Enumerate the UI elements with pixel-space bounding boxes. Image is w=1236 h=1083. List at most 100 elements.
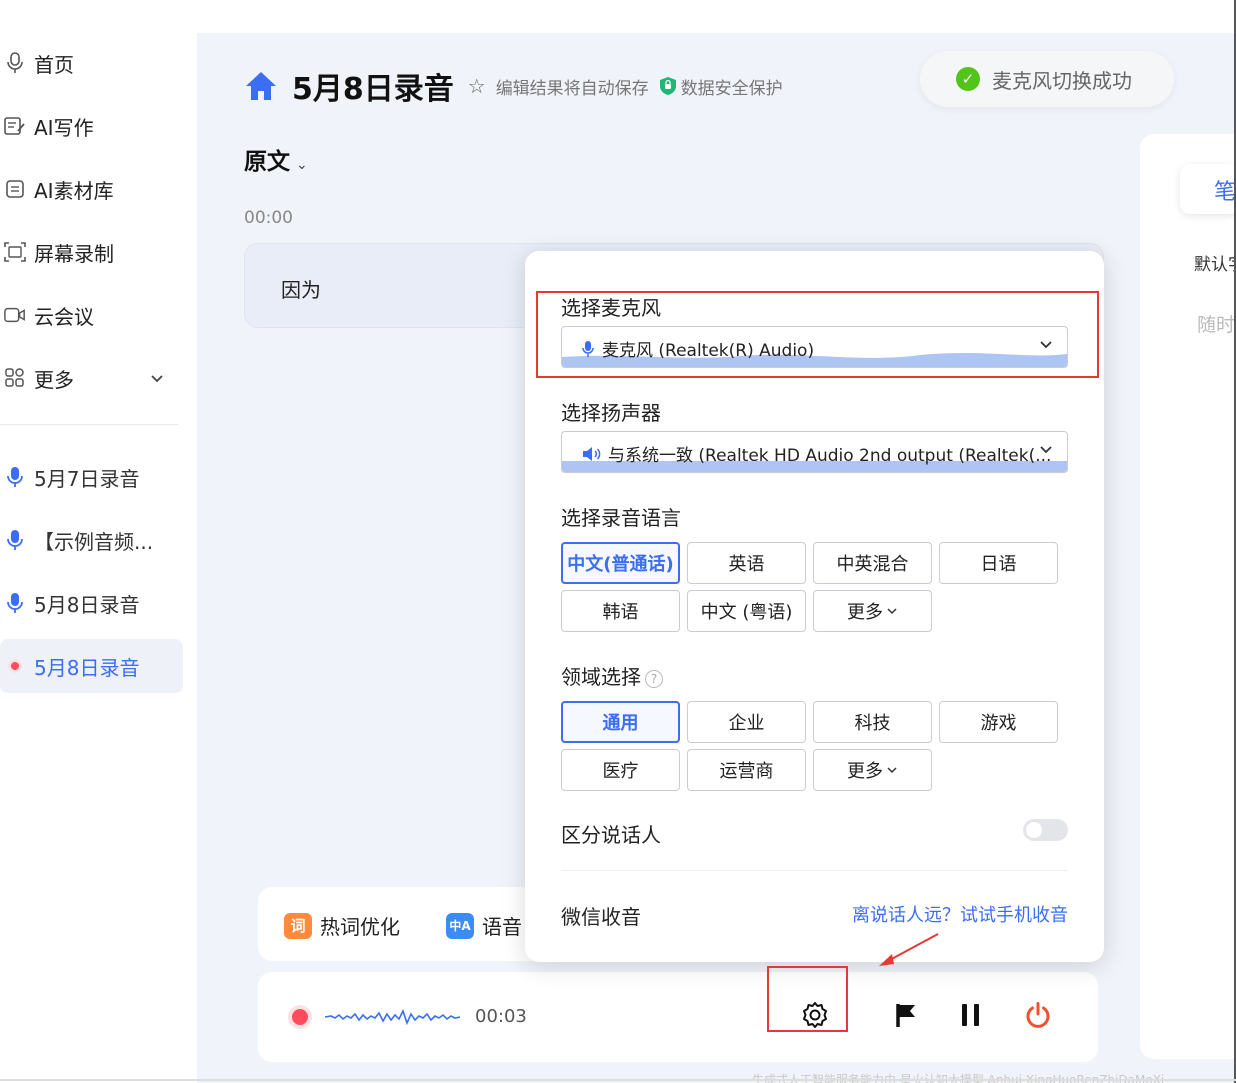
speaker-label: 选择扬声器 <box>561 401 661 425</box>
transcript-tab-label: 原文 <box>244 149 290 175</box>
nav-home-label: 首页 <box>34 52 74 77</box>
notes-tab[interactable]: 笔 <box>1180 164 1236 214</box>
diarization-toggle[interactable] <box>1023 819 1068 841</box>
chevron-down-icon <box>886 764 898 776</box>
recording-dot-icon <box>4 658 26 674</box>
speaker-select-value-wrap: 与系统一致 (Realtek HD Audio 2nd output (Real… <box>582 441 1051 466</box>
footer-note: 生成式人工智能服务能力由 星火认知大模型 Anhui-XingHuoRenZhi… <box>752 1073 1165 1083</box>
language-button[interactable]: 中A 语音 <box>446 911 522 940</box>
microphone-outline-icon <box>4 52 26 74</box>
notes-default-text: 默认字 <box>1194 255 1236 275</box>
recording-item-label: 5月7日录音 <box>34 466 140 491</box>
help-icon[interactable]: ? <box>645 669 663 688</box>
language-label: 语音 <box>482 915 522 939</box>
lang-option-japanese[interactable]: 日语 <box>939 542 1058 584</box>
domain-option-more[interactable]: 更多 <box>813 749 932 791</box>
notes-tab-label: 笔 <box>1214 180 1236 205</box>
speaker-select-value: 与系统一致 (Realtek HD Audio 2nd output (Real… <box>608 446 1052 466</box>
video-camera-icon <box>4 304 26 326</box>
domain-label: 领域选择 <box>561 665 641 689</box>
chevron-down-icon: ⌄ <box>296 157 308 173</box>
nav-cloud-meeting[interactable]: 云会议 <box>4 295 184 335</box>
phone-record-link[interactable]: 离说话人远？试试手机收音 <box>852 901 1068 927</box>
chevron-down-icon <box>150 367 164 391</box>
recording-item[interactable]: 5月7日录音 <box>4 457 184 497</box>
recording-indicator <box>292 1009 308 1025</box>
toast-text: 麦克风切换成功 <box>992 68 1132 93</box>
sidebar-divider <box>0 424 178 425</box>
transcript-text: 因为 <box>281 278 321 302</box>
sidebar: 首页 AI写作 AI素材库 屏幕录制 云会议 更多 5月7日录音 【示例音频..… <box>0 0 197 1083</box>
domain-option-general[interactable]: 通用 <box>561 701 680 743</box>
autosave-note: 编辑结果将自动保存 <box>495 78 649 99</box>
recording-item[interactable]: 5月8日录音 <box>4 583 184 623</box>
flag-icon <box>894 1002 918 1032</box>
mark-button[interactable] <box>889 1000 923 1034</box>
recording-item-label: 【示例音频... <box>34 529 154 554</box>
nav-screen-record[interactable]: 屏幕录制 <box>4 232 184 272</box>
lang-option-english[interactable]: 英语 <box>687 542 806 584</box>
screen-record-icon <box>4 241 26 263</box>
nav-ai-library[interactable]: AI素材库 <box>4 169 184 209</box>
translate-icon: 中A <box>446 912 474 939</box>
record-timer: 00:03 <box>475 1006 527 1027</box>
recording-item-active[interactable]: 5月8日录音 <box>0 639 183 693</box>
lang-option-mixed[interactable]: 中英混合 <box>813 542 932 584</box>
domain-option-gaming[interactable]: 游戏 <box>939 701 1058 743</box>
microphone-icon <box>4 592 26 614</box>
nav-cloud-meeting-label: 云会议 <box>34 304 94 329</box>
notes-placeholder[interactable]: 随时 <box>1197 310 1236 337</box>
nav-ai-writing-label: AI写作 <box>34 115 94 140</box>
pause-icon <box>959 1002 983 1032</box>
nav-home[interactable]: 首页 <box>4 43 184 83</box>
audio-waveform <box>325 1008 460 1026</box>
page-title: 5月8日录音 <box>292 72 454 107</box>
transcript-timestamp: 00:00 <box>244 208 293 228</box>
domain-option-enterprise[interactable]: 企业 <box>687 701 806 743</box>
diarization-label: 区分说话人 <box>561 823 661 847</box>
hotword-label: 热词优化 <box>320 915 400 939</box>
hotword-button[interactable]: 词 热词优化 <box>284 911 400 940</box>
nav-screen-record-label: 屏幕录制 <box>34 241 114 266</box>
recording-item-label: 5月8日录音 <box>34 655 140 680</box>
nav-more[interactable]: 更多 <box>4 358 184 398</box>
nav-more-label: 更多 <box>34 367 74 392</box>
security-note: 数据安全保护 <box>680 78 783 99</box>
shield-icon <box>659 76 677 96</box>
domain-option-tech[interactable]: 科技 <box>813 701 932 743</box>
chevron-down-icon <box>886 605 898 617</box>
pause-button[interactable] <box>954 1000 988 1034</box>
nav-ai-library-label: AI素材库 <box>34 178 114 203</box>
language-label: 选择录音语言 <box>561 506 681 530</box>
recording-item-label: 5月8日录音 <box>34 592 140 617</box>
annotation-box-settings <box>767 966 848 1032</box>
domain-more-label: 更多 <box>847 761 883 782</box>
grid-icon <box>4 367 26 389</box>
recording-item[interactable]: 【示例音频... <box>4 520 184 560</box>
popup-divider <box>561 870 1068 871</box>
toggle-knob <box>1026 822 1042 838</box>
microphone-icon <box>4 466 26 488</box>
chevron-down-icon <box>1039 442 1053 460</box>
lang-option-cantonese[interactable]: 中文 (粤语) <box>687 590 806 632</box>
home-icon[interactable] <box>244 69 278 103</box>
edit-note-icon <box>4 115 26 137</box>
speaker-select[interactable]: 与系统一致 (Realtek HD Audio 2nd output (Real… <box>561 431 1068 473</box>
transcript-tab[interactable]: 原文 ⌄ <box>244 142 308 176</box>
nav-ai-writing[interactable]: AI写作 <box>4 106 184 146</box>
star-icon[interactable]: ☆ <box>468 74 486 98</box>
mic-select-value: 麦克风 (Realtek(R) Audio) <box>602 341 815 361</box>
lang-option-mandarin[interactable]: 中文(普通话) <box>561 542 680 584</box>
lang-option-more[interactable]: 更多 <box>813 590 932 632</box>
power-icon <box>1024 1001 1052 1033</box>
check-circle-icon: ✓ <box>956 67 980 91</box>
window-edge <box>0 1079 1236 1081</box>
domain-option-medical[interactable]: 医疗 <box>561 749 680 791</box>
mic-select-value-wrap: 麦克风 (Realtek(R) Audio) <box>582 336 814 361</box>
lang-option-korean[interactable]: 韩语 <box>561 590 680 632</box>
success-toast: ✓ 麦克风切换成功 <box>920 51 1174 107</box>
library-icon <box>4 178 26 200</box>
domain-option-carrier[interactable]: 运营商 <box>687 749 806 791</box>
stop-button[interactable] <box>1021 1000 1055 1034</box>
microphone-icon <box>582 340 594 358</box>
